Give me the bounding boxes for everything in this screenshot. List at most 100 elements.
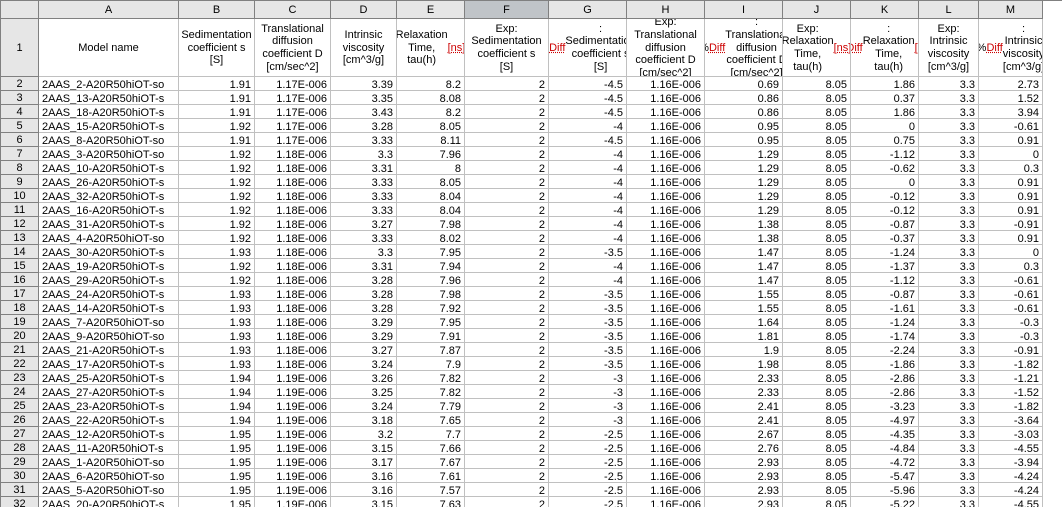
cell-L24[interactable]: 3.3 <box>919 385 979 399</box>
cell-B27[interactable]: 1.95 <box>179 427 255 441</box>
cell-G14[interactable]: -3.5 <box>549 245 627 259</box>
row-header-21[interactable]: 21 <box>1 343 39 357</box>
cell-E32[interactable]: 7.63 <box>397 497 465 507</box>
cell-B2[interactable]: 1.91 <box>179 77 255 91</box>
col-header-H[interactable]: H <box>627 1 705 19</box>
cell-L29[interactable]: 3.3 <box>919 455 979 469</box>
cell-K12[interactable]: -0.87 <box>851 217 919 231</box>
cell-B13[interactable]: 1.92 <box>179 231 255 245</box>
cell-B10[interactable]: 1.92 <box>179 189 255 203</box>
cell-K22[interactable]: -1.86 <box>851 357 919 371</box>
cell-K13[interactable]: -0.37 <box>851 231 919 245</box>
cell-K7[interactable]: -1.12 <box>851 147 919 161</box>
row-header-2[interactable]: 2 <box>1 77 39 91</box>
cell-M9[interactable]: 0.91 <box>979 175 1043 189</box>
cell-H13[interactable]: 1.16E-006 <box>627 231 705 245</box>
cell-H26[interactable]: 1.16E-006 <box>627 413 705 427</box>
cell-D29[interactable]: 3.17 <box>331 455 397 469</box>
cell-H24[interactable]: 1.16E-006 <box>627 385 705 399</box>
cell-A15[interactable]: 2AAS_19-A20R50hiOT-s <box>39 259 179 273</box>
cell-I11[interactable]: 1.29 <box>705 203 783 217</box>
cell-A8[interactable]: 2AAS_10-A20R50hiOT-s <box>39 161 179 175</box>
cell-B32[interactable]: 1.95 <box>179 497 255 507</box>
cell-F9[interactable]: 2 <box>465 175 549 189</box>
cell-G7[interactable]: -4 <box>549 147 627 161</box>
cell-M13[interactable]: 0.91 <box>979 231 1043 245</box>
row-header-10[interactable]: 10 <box>1 189 39 203</box>
cell-C32[interactable]: 1.19E-006 <box>255 497 331 507</box>
cell-I26[interactable]: 2.41 <box>705 413 783 427</box>
cell-B25[interactable]: 1.94 <box>179 399 255 413</box>
cell-A9[interactable]: 2AAS_26-A20R50hiOT-s <box>39 175 179 189</box>
cell-J30[interactable]: 8.05 <box>783 469 851 483</box>
cell-B9[interactable]: 1.92 <box>179 175 255 189</box>
cell-D30[interactable]: 3.16 <box>331 469 397 483</box>
cell-K19[interactable]: -1.24 <box>851 315 919 329</box>
header-cell-I[interactable]: % Diff:Translationaldiffusioncoefficient… <box>705 19 783 77</box>
cell-I15[interactable]: 1.47 <box>705 259 783 273</box>
row-header-28[interactable]: 28 <box>1 441 39 455</box>
cell-G32[interactable]: -2.5 <box>549 497 627 507</box>
cell-E4[interactable]: 8.2 <box>397 105 465 119</box>
cell-D17[interactable]: 3.28 <box>331 287 397 301</box>
cell-D18[interactable]: 3.28 <box>331 301 397 315</box>
cell-G25[interactable]: -3 <box>549 399 627 413</box>
cell-L31[interactable]: 3.3 <box>919 483 979 497</box>
cell-I23[interactable]: 2.33 <box>705 371 783 385</box>
cell-I17[interactable]: 1.55 <box>705 287 783 301</box>
cell-L30[interactable]: 3.3 <box>919 469 979 483</box>
cell-F17[interactable]: 2 <box>465 287 549 301</box>
cell-F23[interactable]: 2 <box>465 371 549 385</box>
cell-K6[interactable]: 0.75 <box>851 133 919 147</box>
cell-E26[interactable]: 7.65 <box>397 413 465 427</box>
cell-J7[interactable]: 8.05 <box>783 147 851 161</box>
cell-G20[interactable]: -3.5 <box>549 329 627 343</box>
row-header-19[interactable]: 19 <box>1 315 39 329</box>
cell-B20[interactable]: 1.93 <box>179 329 255 343</box>
cell-J4[interactable]: 8.05 <box>783 105 851 119</box>
cell-B16[interactable]: 1.92 <box>179 273 255 287</box>
cell-H4[interactable]: 1.16E-006 <box>627 105 705 119</box>
cell-E2[interactable]: 8.2 <box>397 77 465 91</box>
cell-D32[interactable]: 3.15 <box>331 497 397 507</box>
cell-A26[interactable]: 2AAS_22-A20R50hiOT-s <box>39 413 179 427</box>
col-header-G[interactable]: G <box>549 1 627 19</box>
cell-G12[interactable]: -4 <box>549 217 627 231</box>
cell-C29[interactable]: 1.19E-006 <box>255 455 331 469</box>
cell-B6[interactable]: 1.91 <box>179 133 255 147</box>
cell-A17[interactable]: 2AAS_24-A20R50hiOT-s <box>39 287 179 301</box>
cell-E28[interactable]: 7.66 <box>397 441 465 455</box>
cell-J27[interactable]: 8.05 <box>783 427 851 441</box>
cell-H6[interactable]: 1.16E-006 <box>627 133 705 147</box>
cell-H27[interactable]: 1.16E-006 <box>627 427 705 441</box>
cell-E23[interactable]: 7.82 <box>397 371 465 385</box>
cell-J22[interactable]: 8.05 <box>783 357 851 371</box>
cell-H14[interactable]: 1.16E-006 <box>627 245 705 259</box>
cell-H30[interactable]: 1.16E-006 <box>627 469 705 483</box>
cell-C24[interactable]: 1.19E-006 <box>255 385 331 399</box>
cell-J26[interactable]: 8.05 <box>783 413 851 427</box>
row-header-23[interactable]: 23 <box>1 371 39 385</box>
col-header-J[interactable]: J <box>783 1 851 19</box>
cell-J21[interactable]: 8.05 <box>783 343 851 357</box>
cell-H28[interactable]: 1.16E-006 <box>627 441 705 455</box>
cell-I7[interactable]: 1.29 <box>705 147 783 161</box>
cell-G29[interactable]: -2.5 <box>549 455 627 469</box>
cell-L6[interactable]: 3.3 <box>919 133 979 147</box>
cell-E31[interactable]: 7.57 <box>397 483 465 497</box>
cell-B17[interactable]: 1.93 <box>179 287 255 301</box>
cell-A12[interactable]: 2AAS_31-A20R50hiOT-s <box>39 217 179 231</box>
cell-G27[interactable]: -2.5 <box>549 427 627 441</box>
cell-M30[interactable]: -4.24 <box>979 469 1043 483</box>
cell-A13[interactable]: 2AAS_4-A20R50hiOT-so <box>39 231 179 245</box>
cell-L11[interactable]: 3.3 <box>919 203 979 217</box>
cell-M32[interactable]: -4.55 <box>979 497 1043 507</box>
cell-B18[interactable]: 1.93 <box>179 301 255 315</box>
cell-C26[interactable]: 1.19E-006 <box>255 413 331 427</box>
cell-J10[interactable]: 8.05 <box>783 189 851 203</box>
row-header-1[interactable]: 1 <box>1 19 39 77</box>
cell-I14[interactable]: 1.47 <box>705 245 783 259</box>
cell-C7[interactable]: 1.18E-006 <box>255 147 331 161</box>
cell-F11[interactable]: 2 <box>465 203 549 217</box>
cell-C19[interactable]: 1.18E-006 <box>255 315 331 329</box>
